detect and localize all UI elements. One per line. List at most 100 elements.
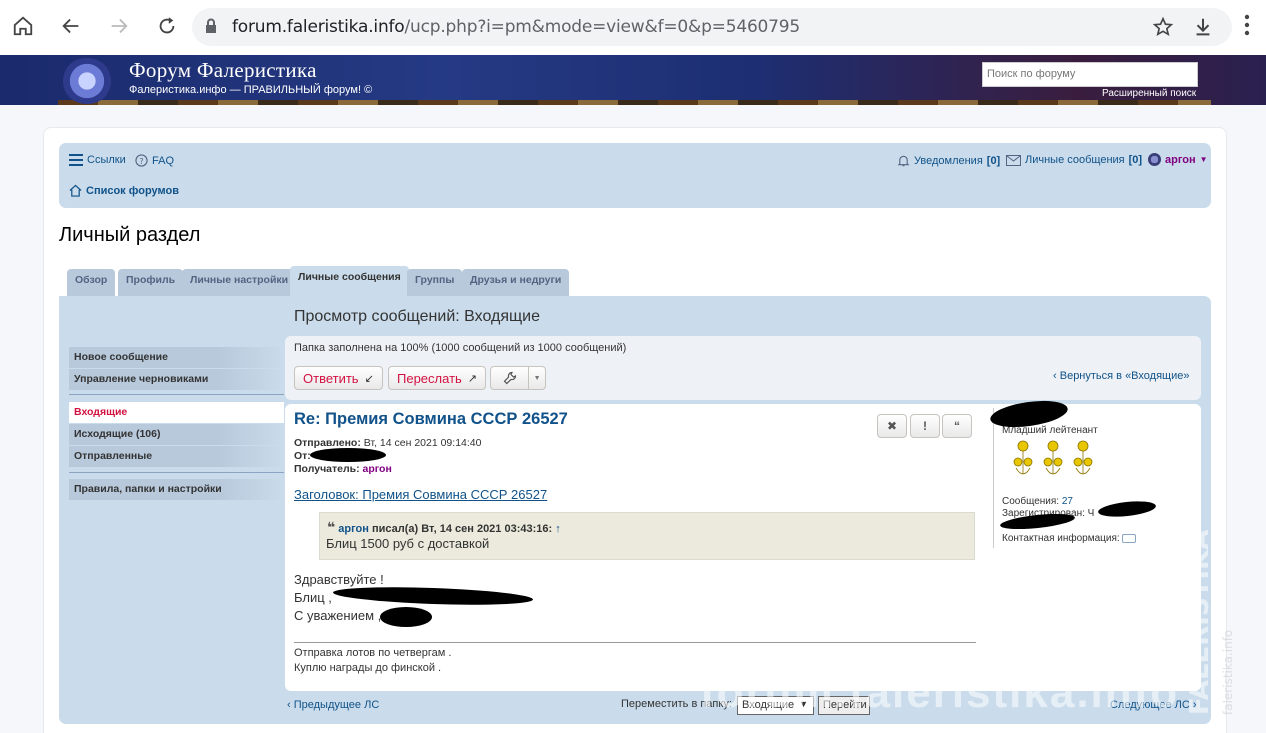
reply-label: Ответить (303, 370, 359, 386)
page-title: Личный раздел (59, 224, 201, 246)
sidebar-item-compose[interactable]: Новое сообщение (69, 347, 284, 368)
contact-info: Контактная информация: (1002, 533, 1137, 544)
sidebar-item-sent[interactable]: Отправленные (69, 446, 284, 467)
signature-line: Отправка лотов по четвергам . (294, 647, 452, 659)
faq-label: FAQ (152, 154, 175, 167)
links-label: Ссылки (87, 154, 126, 166)
sidebar-item-drafts[interactable]: Управление черновиками (69, 369, 284, 390)
back-label: Вернуться в «Входящие» (1059, 370, 1190, 382)
sidebar-item-rules[interactable]: Правила, папки и настройки (69, 479, 284, 500)
tab-groups[interactable]: Группы (407, 269, 463, 296)
question-icon: ? (135, 154, 148, 167)
posts-count: Сообщения: 27 (1002, 496, 1073, 507)
forward-icon[interactable] (105, 12, 133, 40)
breadcrumb[interactable]: Список форумов (69, 184, 179, 197)
previous-pm-label: Предыдущее ЛС (293, 699, 380, 711)
to-user[interactable]: аргон (363, 463, 392, 475)
bookmark-star-icon[interactable] (1152, 16, 1174, 43)
forward-arrow-icon: ↗ (467, 372, 478, 385)
svg-text:?: ? (139, 156, 143, 166)
tools-dropdown[interactable]: ▼ (490, 366, 546, 390)
contact-bubble-icon[interactable] (1122, 533, 1137, 543)
sidebar-item-inbox[interactable]: Входящие (69, 402, 284, 423)
tab-friends-foes[interactable]: Друзья и недруги (462, 269, 570, 296)
chevron-left-icon: ‹ (1053, 370, 1057, 382)
caret-down-icon: ▼ (1199, 155, 1208, 164)
url-bar[interactable]: forum.faleristika.info/ucp.php?i=pm&mode… (192, 8, 1232, 46)
from-label: От: (294, 450, 311, 462)
quote-header: ❝ аргон писал(а) Вт, 14 сен 2021 03:43:1… (327, 519, 561, 536)
signature-line: Куплю награды до финской . (294, 662, 442, 674)
pm-label: Личные сообщения (1025, 154, 1125, 166)
sent-meta: Отправлено: Вт, 14 сен 2021 09:14:40 (294, 437, 481, 449)
sent-value: Вт, 14 сен 2021 09:14:40 (363, 437, 482, 449)
caret-down-icon: ▼ (528, 367, 545, 389)
subject-link[interactable]: Заголовок: Премия Совмина СССР 26527 (294, 487, 547, 502)
reload-icon[interactable] (153, 12, 181, 40)
to-label: Получатель: (294, 463, 360, 475)
tab-private-messages[interactable]: Личные сообщения (290, 266, 409, 296)
site-title[interactable]: Форум Фалеристика (129, 58, 317, 83)
from-meta: От: (294, 450, 311, 462)
tab-preferences[interactable]: Личные настройки (182, 269, 297, 296)
pm-count: [0] (1128, 154, 1143, 166)
svg-text:faleristika.info: faleristika.info (1221, 630, 1235, 715)
home-icon[interactable] (9, 12, 37, 40)
redaction-mark (310, 448, 386, 462)
bell-icon (897, 155, 910, 167)
download-icon[interactable] (1192, 16, 1214, 43)
redaction-mark (380, 607, 432, 627)
tab-profile[interactable]: Профиль (118, 269, 184, 296)
home-icon (69, 184, 82, 197)
faq-link[interactable]: ? FAQ (135, 154, 174, 167)
navbar (59, 143, 1211, 208)
previous-pm-link[interactable]: ‹ Предыдущее ЛС (287, 699, 379, 711)
username: аргон (1165, 153, 1196, 166)
vertical-watermark: FALERISTIKA faleristika.info (1180, 530, 1240, 720)
watermark: forum.faleristika.info (700, 668, 1180, 717)
site-logo[interactable] (62, 58, 112, 104)
quote-mark-icon: ❝ (327, 519, 336, 535)
back-to-inbox-link[interactable]: ‹ Вернуться в «Входящие» (1053, 370, 1189, 382)
contact-label: Контактная информация: (1002, 533, 1120, 544)
wrench-icon (491, 371, 528, 385)
registered-value: Ч (1087, 508, 1095, 519)
tab-overview[interactable]: Обзор (67, 269, 116, 296)
delete-message-button[interactable]: ✖ (877, 414, 907, 438)
notifications-label: Уведомления (914, 155, 983, 167)
quote-user[interactable]: аргон (338, 523, 369, 535)
user-menu[interactable]: аргон ▼ (1148, 153, 1208, 166)
message-title[interactable]: Re: Премия Совмина СССР 26527 (294, 410, 568, 429)
search-input[interactable]: Поиск по форуму (982, 62, 1198, 87)
browser-menu-icon[interactable] (1244, 14, 1250, 41)
quote-message-button[interactable]: “ (942, 414, 972, 438)
signature-divider (294, 642, 976, 643)
body-line: С уважением , (294, 608, 382, 623)
arrow-up-icon[interactable]: ↑ (555, 523, 561, 535)
posts-value[interactable]: 27 (1062, 496, 1073, 507)
sidebar-item-outbox[interactable]: Исходящие (106) (69, 424, 284, 445)
quote-body: Блиц 1500 руб с доставкой (326, 536, 490, 551)
pm-link[interactable]: Личные сообщения [0] (1006, 154, 1142, 166)
reply-button[interactable]: Ответить ↙ (294, 366, 383, 390)
lock-icon (204, 18, 218, 39)
site-description: Фалеристика.инфо — ПРАВИЛЬНЫЙ форум! © (129, 84, 373, 96)
browser-chrome: forum.faleristika.info/ucp.php?i=pm&mode… (0, 0, 1266, 55)
forward-label: Переслать (397, 370, 462, 386)
profile-divider (993, 408, 994, 548)
envelope-icon (1006, 154, 1021, 166)
body-line: Здравствуйте ! (294, 572, 384, 587)
links-menu[interactable]: Ссылки (69, 154, 126, 166)
url-text: forum.faleristika.info/ucp.php?i=pm&mode… (232, 17, 801, 37)
advanced-search-link[interactable]: Расширенный поиск (1102, 88, 1196, 99)
chevron-left-icon: ‹ (287, 699, 291, 711)
rank-insignia-image (1008, 438, 1098, 484)
report-message-button[interactable]: ! (910, 414, 940, 438)
divider (69, 394, 284, 395)
to-meta: Получатель: аргон (294, 463, 392, 475)
content-title: Просмотр сообщений: Входящие (294, 308, 540, 325)
forward-button[interactable]: Переслать ↗ (388, 366, 487, 390)
notifications-link[interactable]: Уведомления [0] (897, 154, 1000, 168)
body-line: Блиц , (294, 590, 332, 605)
back-icon[interactable] (57, 12, 85, 40)
